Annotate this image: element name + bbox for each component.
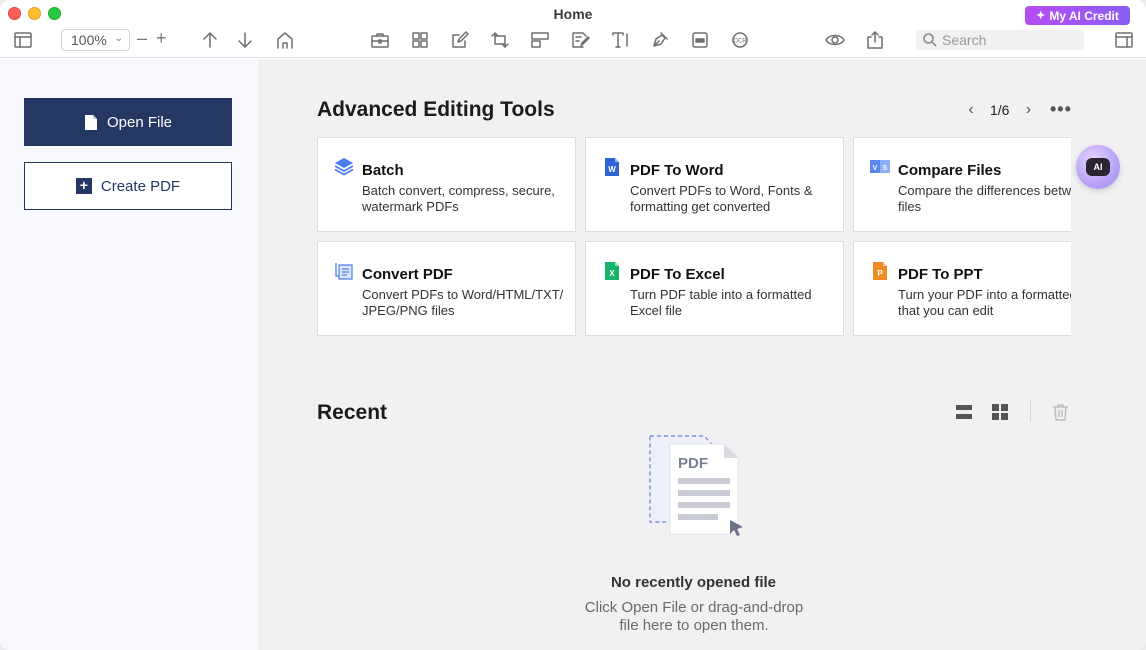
open-file-label: Open File [106, 113, 173, 131]
eye-icon[interactable] [824, 30, 846, 50]
file-icon [84, 114, 97, 130]
word-icon: W [605, 158, 619, 176]
sidebar-toggle-icon[interactable] [12, 30, 34, 50]
tool-card-pdf-to-excel[interactable]: X PDF To Excel Turn PDF table into a for… [585, 241, 844, 336]
compare-icon: V S [870, 160, 890, 173]
card-title: PDF To Excel [630, 266, 725, 283]
form-icon[interactable] [529, 30, 551, 50]
sidebar: Open File + Create PDF [0, 59, 257, 650]
ppt-icon: P [873, 262, 887, 280]
tool-card-batch[interactable]: Batch Batch convert, compress, secure, w… [317, 137, 576, 232]
toolbox-icon[interactable] [369, 30, 391, 50]
tool-cards: Batch Batch convert, compress, secure, w… [317, 137, 1071, 337]
arrow-down-icon[interactable] [234, 30, 256, 50]
convert-pdf-icon [335, 263, 353, 280]
svg-text:OCR: OCR [733, 39, 747, 45]
tools-pager: ‹ 1/6 › [964, 101, 1035, 119]
ai-credit-label: My AI Credit [1049, 8, 1119, 23]
card-title: PDF To Word [630, 162, 724, 179]
more-options-icon[interactable]: ••• [1050, 99, 1072, 120]
batch-icon [334, 158, 354, 176]
convert-icon[interactable] [489, 30, 511, 50]
tool-card-pdf-to-word[interactable]: W PDF To Word Convert PDFs to Word, Font… [585, 137, 844, 232]
sparkle-icon: ✦ [1036, 10, 1046, 22]
trash-icon[interactable] [1053, 404, 1068, 421]
zoom-select[interactable]: 100% ⌄ [61, 29, 130, 51]
toolbar-divider [1030, 400, 1031, 422]
plus-square-icon: + [75, 178, 92, 194]
svg-text:P: P [877, 269, 883, 278]
grid-view-icon[interactable] [992, 404, 1008, 420]
card-description: Turn your PDF into a formatted PPT file … [898, 287, 1071, 318]
search-input[interactable] [942, 32, 1072, 48]
card-title: Batch [362, 162, 404, 179]
card-description: Convert PDFs to Word, Fonts & formatting… [630, 183, 813, 214]
card-description: Compare the differences between two file… [898, 183, 1071, 214]
svg-text:X: X [609, 269, 615, 278]
tool-card-convert-pdf[interactable]: Convert PDF Convert PDFs to Word/HTML/TX… [317, 241, 576, 336]
svg-text:S: S [883, 165, 888, 172]
create-pdf-button[interactable]: + Create PDF [24, 162, 232, 210]
chevron-down-icon: ⌄ [114, 33, 123, 44]
panel-toggle-icon[interactable] [1113, 30, 1135, 50]
zoom-in-button[interactable]: + [156, 28, 167, 49]
empty-state-illustration: PDF [649, 435, 743, 536]
chevron-left-icon[interactable]: ‹ [964, 101, 978, 119]
search-icon [923, 33, 937, 47]
window-title: Home [553, 6, 593, 22]
chevron-right-icon[interactable]: › [1021, 101, 1035, 119]
main-content: Advanced Editing Tools ‹ 1/6 › ••• Batch… [258, 59, 1146, 650]
app-window: Home ✦ My AI Credit 100% ⌄ – + OCR Searc… [0, 0, 1146, 650]
excel-icon: X [605, 262, 619, 280]
page-indicator: 1/6 [990, 102, 1010, 118]
ocr-icon[interactable]: OCR [729, 30, 751, 50]
recent-title: Recent [317, 401, 388, 424]
card-title: Compare Files [898, 162, 1002, 179]
tools-title: Advanced Editing Tools [317, 98, 555, 121]
card-description: Batch convert, compress, secure, waterma… [362, 183, 555, 214]
create-pdf-label: Create PDF [100, 177, 181, 195]
card-title: PDF To PPT [898, 266, 983, 283]
search-field[interactable] [916, 30, 1084, 50]
card-description: Turn PDF table into a formatted Excel fi… [630, 287, 812, 318]
home-icon[interactable] [274, 30, 296, 50]
annotate-icon[interactable] [569, 30, 591, 50]
tool-card-compare-files[interactable]: V S Compare Files Compare the difference… [853, 137, 1071, 232]
share-icon[interactable] [864, 30, 886, 50]
zoom-out-button[interactable]: – [137, 28, 147, 49]
card-description: Convert PDFs to Word/HTML/TXT/ JPEG/PNG … [362, 287, 564, 318]
list-view-icon[interactable] [956, 404, 972, 420]
empty-state-title: No recently opened file [610, 574, 777, 591]
svg-text:W: W [608, 165, 616, 174]
card-title: Convert PDF [362, 266, 453, 283]
open-file-button[interactable]: Open File [24, 98, 232, 146]
svg-text:V: V [873, 165, 878, 172]
arrow-up-icon[interactable] [199, 30, 221, 50]
sign-pen-icon[interactable] [649, 30, 671, 50]
redact-icon[interactable] [689, 30, 711, 50]
text-icon[interactable] [609, 30, 631, 50]
organize-pages-icon[interactable] [409, 30, 431, 50]
empty-state-subtitle: Click Open File or drag-and-drop file he… [584, 599, 804, 634]
toolbar: Home ✦ My AI Credit 100% ⌄ – + OCR Searc… [0, 0, 1146, 58]
ai-robot-icon: AI [1086, 158, 1110, 176]
zoom-value: 100% [71, 32, 107, 48]
ai-credit-button[interactable]: ✦ My AI Credit [1025, 6, 1130, 25]
edit-icon[interactable] [449, 30, 471, 50]
ai-assistant-button[interactable]: AI [1076, 145, 1120, 189]
tool-card-pdf-to-ppt[interactable]: P PDF To PPT Turn your PDF into a format… [853, 241, 1071, 336]
illustration-label: PDF [678, 455, 708, 472]
